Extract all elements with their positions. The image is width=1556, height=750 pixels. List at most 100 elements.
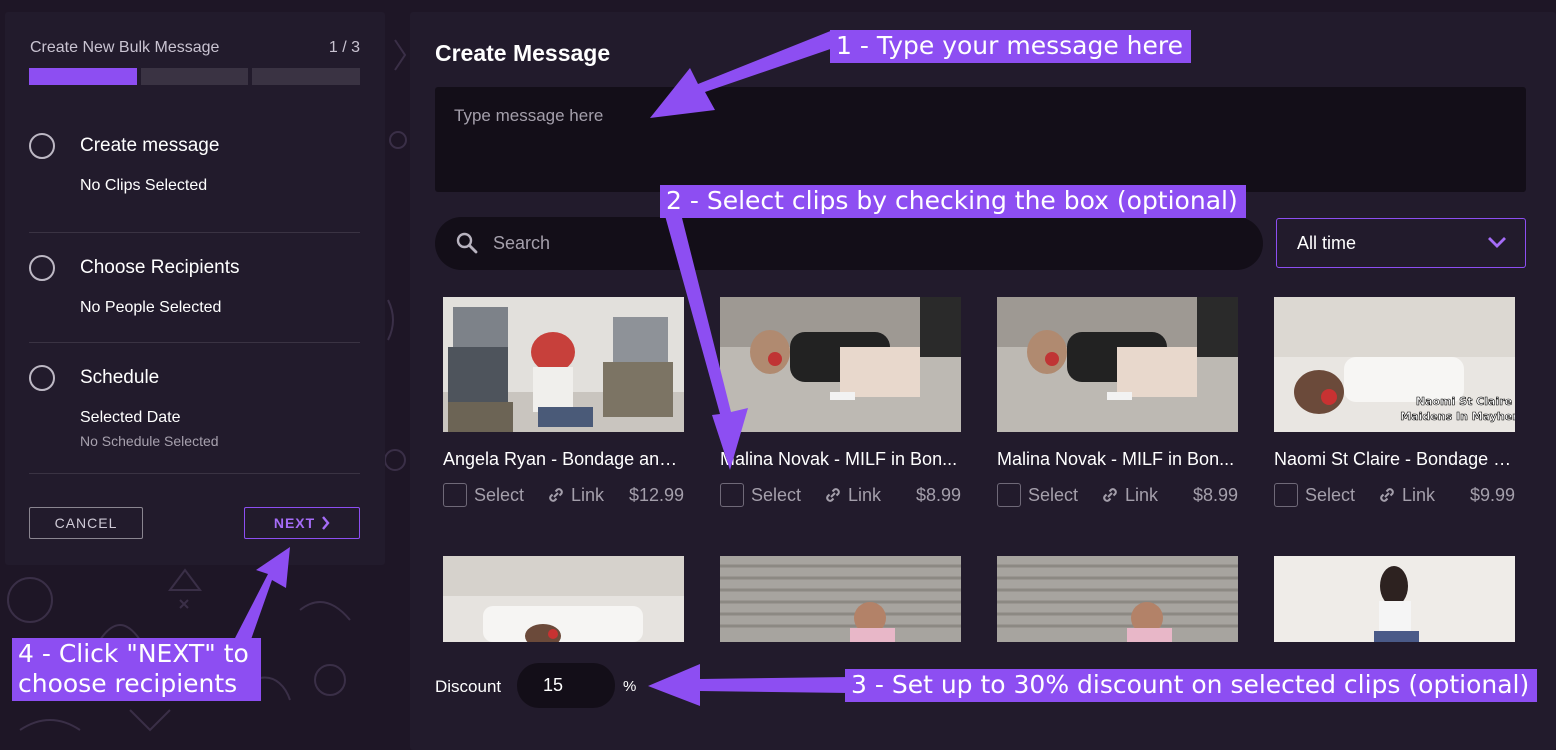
cancel-button[interactable]: CANCEL	[29, 507, 143, 539]
clip-title[interactable]: Angela Ryan - Bondage and...	[443, 449, 684, 470]
step-title: Create message	[80, 135, 220, 156]
clip-thumbnail-image: Naomi St Claire Maidens In Mayhem	[1274, 297, 1515, 432]
clip-select-checkbox[interactable]	[720, 483, 744, 507]
thumbnail-caption: Maidens In Mayhem	[1400, 410, 1515, 423]
page-title: Create Message	[435, 40, 611, 66]
step-radio-icon	[29, 365, 55, 391]
create-message-panel: Create Message All time	[410, 12, 1556, 750]
clip-card	[1274, 556, 1515, 642]
annotation-step-4-line1: 4 - Click "NEXT" to	[18, 639, 249, 668]
clip-thumbnail[interactable]	[1274, 556, 1515, 642]
clip-link[interactable]: Link	[546, 485, 604, 506]
clip-price: $9.99	[1469, 484, 1515, 505]
step-status: No Clips Selected	[80, 177, 208, 194]
clip-thumbnail-image	[720, 556, 961, 642]
link-icon	[1103, 488, 1117, 502]
clip-thumbnail[interactable]	[720, 297, 961, 432]
step-counter: 1 / 3	[328, 39, 360, 56]
chevron-right-icon	[322, 516, 330, 530]
annotation-step-1: 1 - Type your message here	[830, 30, 1191, 63]
step-divider	[29, 342, 360, 343]
next-button-label: NEXT	[273, 515, 316, 531]
clip-select-label[interactable]: Select	[1305, 485, 1355, 506]
step-radio-icon	[29, 255, 55, 281]
link-icon	[826, 488, 840, 502]
clip-thumbnail-image	[1274, 556, 1515, 642]
clip-thumbnail-image	[443, 556, 684, 642]
clip-thumbnail[interactable]	[997, 556, 1238, 642]
clip-thumbnail-image	[720, 297, 961, 432]
clip-link-label: Link	[571, 484, 605, 505]
clip-select-label[interactable]: Select	[751, 485, 801, 506]
clip-actions: Select Link $8.99	[997, 482, 1238, 508]
clip-card	[997, 556, 1238, 642]
clip-card	[720, 556, 961, 642]
step-title: Schedule	[80, 367, 160, 388]
message-input[interactable]	[435, 87, 1526, 192]
next-button[interactable]: NEXT	[244, 507, 360, 539]
search-input[interactable]	[493, 217, 1233, 270]
wizard-header: Create New Bulk Message 1 / 3	[30, 39, 360, 57]
search-icon	[456, 232, 478, 254]
annotation-step-2: 2 - Select clips by checking the box (op…	[660, 185, 1246, 218]
annotation-step-4: 4 - Click "NEXT" to choose recipients	[12, 638, 261, 701]
discount-input[interactable]	[517, 663, 615, 708]
discount-label: Discount	[435, 677, 502, 696]
clip-link[interactable]: Link	[823, 485, 881, 506]
time-filter-select[interactable]: All time	[1276, 218, 1526, 268]
step-status: No People Selected	[80, 299, 222, 316]
clip-link-label: Link	[1125, 484, 1159, 505]
progress-segment-3	[252, 68, 361, 85]
clip-price: $8.99	[1192, 484, 1238, 505]
time-filter-value: All time	[1297, 232, 1357, 253]
chevron-down-icon	[1488, 237, 1506, 248]
annotation-step-4-line2: choose recipients	[18, 669, 238, 698]
clip-thumbnail-image	[997, 556, 1238, 642]
clip-actions: Select Link $8.99	[720, 482, 961, 508]
step-radio-icon	[29, 133, 55, 159]
wizard-progress-bar	[29, 68, 361, 85]
link-icon	[1380, 488, 1394, 502]
link-icon	[549, 488, 563, 502]
clip-select-checkbox[interactable]	[443, 483, 467, 507]
wizard-title: Create New Bulk Message	[30, 39, 220, 56]
step-status-detail: No Schedule Selected	[80, 433, 219, 449]
clip-card: Naomi St Claire Maidens In Mayhem Naomi …	[1274, 297, 1515, 507]
clip-actions: Select Link $9.99	[1274, 482, 1515, 508]
step-divider	[29, 232, 360, 233]
clip-card: Malina Novak - MILF in Bon... Select Lin…	[997, 297, 1238, 507]
clip-price: $12.99	[628, 484, 684, 505]
progress-segment-1	[29, 68, 137, 85]
clip-thumbnail[interactable]	[997, 297, 1238, 432]
discount-unit: %	[623, 678, 637, 695]
clip-select-label[interactable]: Select	[474, 485, 524, 506]
clip-title[interactable]: Malina Novak - MILF in Bon...	[720, 449, 961, 470]
clip-link[interactable]: Link	[1377, 485, 1435, 506]
clip-title[interactable]: Naomi St Claire - Bondage a...	[1274, 449, 1515, 470]
bulk-message-wizard: Create New Bulk Message 1 / 3 Create mes…	[5, 12, 385, 565]
clip-link[interactable]: Link	[1100, 485, 1158, 506]
clip-thumbnail-image	[997, 297, 1238, 432]
clip-card	[443, 556, 684, 642]
step-divider	[29, 473, 360, 474]
clip-card: Angela Ryan - Bondage and... Select Link…	[443, 297, 684, 507]
clip-select-checkbox[interactable]	[997, 483, 1021, 507]
clip-card: Malina Novak - MILF in Bon... Select Lin…	[720, 297, 961, 507]
clip-search	[435, 217, 1263, 270]
annotation-step-3: 3 - Set up to 30% discount on selected c…	[845, 669, 1538, 702]
thumbnail-caption: Naomi St Claire	[1416, 395, 1512, 408]
progress-segment-2	[140, 68, 249, 85]
clip-thumbnail[interactable]	[720, 556, 961, 642]
clip-title[interactable]: Malina Novak - MILF in Bon...	[997, 449, 1238, 470]
step-status: Selected Date	[80, 409, 181, 426]
clip-actions: Select Link $12.99	[443, 482, 684, 508]
clip-thumbnail[interactable]	[443, 556, 684, 642]
clip-thumbnail[interactable]: Naomi St Claire Maidens In Mayhem	[1274, 297, 1515, 432]
clip-link-label: Link	[848, 484, 882, 505]
clip-price: $8.99	[915, 484, 961, 505]
clip-thumbnail-image	[443, 297, 684, 432]
clip-link-label: Link	[1402, 484, 1436, 505]
clip-thumbnail[interactable]	[443, 297, 684, 432]
clip-select-label[interactable]: Select	[1028, 485, 1078, 506]
clip-select-checkbox[interactable]	[1274, 483, 1298, 507]
